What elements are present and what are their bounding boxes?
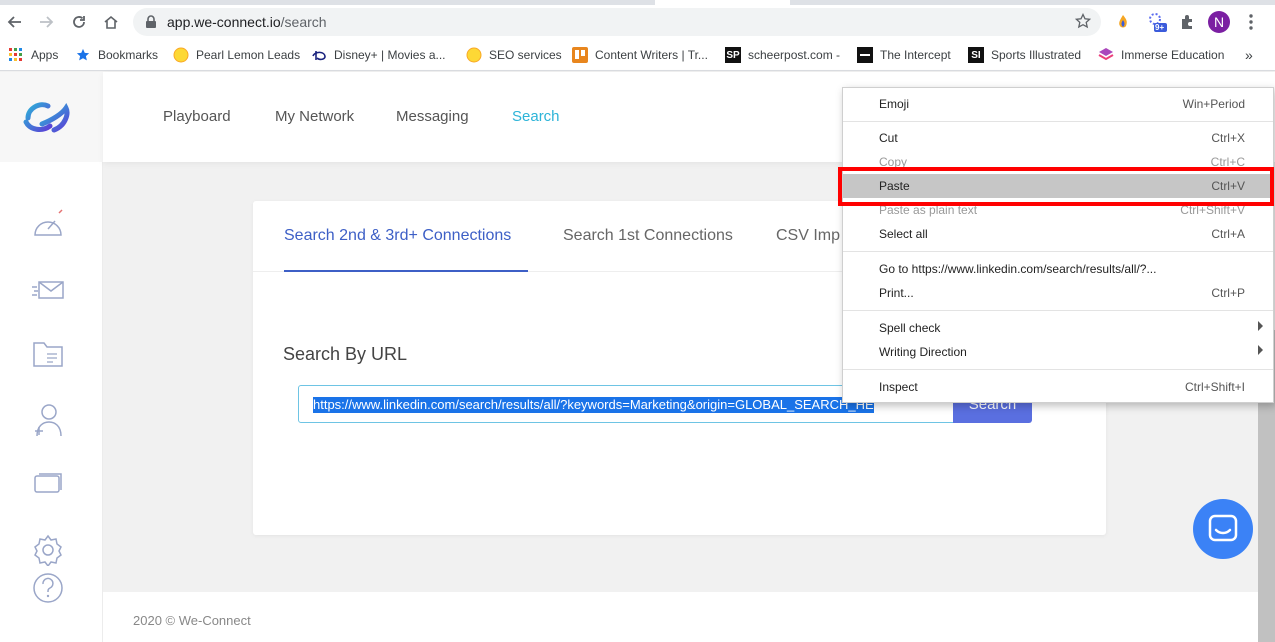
menu-item-cut[interactable]: Cut Ctrl+X bbox=[843, 126, 1273, 150]
tab-csv-import[interactable]: CSV Imp bbox=[776, 227, 840, 245]
add-user-icon[interactable] bbox=[30, 402, 66, 438]
footer: 2020 © We-Connect bbox=[103, 592, 1275, 642]
submenu-arrow-icon bbox=[1258, 321, 1263, 331]
url-text: app.we-connect.io/search bbox=[167, 14, 327, 30]
intercept-icon bbox=[857, 47, 873, 63]
section-title: Search By URL bbox=[283, 344, 408, 364]
bookmark-immerse[interactable]: Immerse Education bbox=[1098, 46, 1224, 64]
chat-icon bbox=[1208, 514, 1238, 542]
tab-search-2nd-3rd[interactable]: Search 2nd & 3rd+ Connections bbox=[284, 227, 511, 245]
bookmark-label: Apps bbox=[31, 48, 59, 62]
selected-url-text: https://www.linkedin.com/search/results/… bbox=[313, 397, 874, 413]
menu-separator bbox=[843, 121, 1273, 122]
extension-badge-icon[interactable]: 9+ bbox=[1146, 11, 1168, 33]
bookmark-label: The Intercept bbox=[880, 48, 951, 62]
paste-highlight-box bbox=[838, 167, 1274, 206]
browser-toolbar: app.we-connect.io/search 9+ N bbox=[0, 5, 1275, 39]
bookmark-scheerpost[interactable]: SP scheerpost.com - bbox=[725, 46, 840, 64]
menu-item-select-all[interactable]: Select all Ctrl+A bbox=[843, 222, 1273, 246]
profile-avatar[interactable]: N bbox=[1208, 11, 1230, 33]
menu-item-spell-check[interactable]: Spell check bbox=[843, 316, 1273, 340]
lemon-icon bbox=[173, 47, 189, 63]
context-menu: Emoji Win+Period Cut Ctrl+X Copy Ctrl+C Pas… bbox=[842, 87, 1274, 403]
nav-messaging[interactable]: Messaging bbox=[396, 108, 469, 125]
home-icon[interactable] bbox=[100, 11, 122, 33]
bookmark-star-icon[interactable] bbox=[1074, 12, 1092, 34]
menu-separator bbox=[843, 369, 1273, 370]
apps-grid-icon bbox=[8, 47, 24, 63]
disney-logo-icon bbox=[311, 47, 327, 63]
menu-item-print[interactable]: Print... Ctrl+P bbox=[843, 281, 1273, 305]
bookmark-bookmarks[interactable]: Bookmarks bbox=[75, 46, 158, 64]
submenu-arrow-icon bbox=[1258, 345, 1263, 355]
bookmark-content-writers[interactable]: Content Writers | Tr... bbox=[572, 46, 708, 64]
bookmark-label: Sports Illustrated bbox=[991, 48, 1082, 62]
nav-my-network[interactable]: My Network bbox=[275, 108, 354, 125]
browser-menu-icon[interactable] bbox=[1240, 11, 1262, 33]
reload-icon[interactable] bbox=[68, 11, 90, 33]
bookmark-seo[interactable]: SEO services bbox=[466, 46, 562, 64]
menu-item-go-to-url[interactable]: Go to https://www.linkedin.com/search/re… bbox=[843, 257, 1273, 281]
bookmark-label: Bookmarks bbox=[98, 48, 159, 62]
menu-item-emoji[interactable]: Emoji Win+Period bbox=[843, 92, 1273, 116]
extension-fire-icon[interactable] bbox=[1112, 11, 1134, 33]
bookmark-apps[interactable]: Apps bbox=[8, 46, 58, 64]
nav-search[interactable]: Search bbox=[512, 108, 560, 125]
bookmark-pearl-lemon[interactable]: Pearl Lemon Leads bbox=[173, 46, 300, 64]
bookmarks-overflow-button[interactable]: » bbox=[1245, 46, 1253, 64]
back-icon[interactable] bbox=[4, 11, 26, 33]
campaigns-cards-icon[interactable] bbox=[30, 466, 66, 502]
si-logo-icon: SI bbox=[968, 47, 984, 63]
bookmark-sports-illustrated[interactable]: SI Sports Illustrated bbox=[968, 46, 1081, 64]
logo-area bbox=[0, 72, 103, 162]
address-bar[interactable]: app.we-connect.io/search bbox=[133, 8, 1101, 36]
forward-icon[interactable] bbox=[35, 11, 57, 33]
tab-search-1st[interactable]: Search 1st Connections bbox=[563, 227, 733, 245]
extension-badge-count: 9+ bbox=[1155, 23, 1165, 32]
bookmark-label: Immerse Education bbox=[1121, 48, 1225, 62]
copyright-text: 2020 © We-Connect bbox=[133, 613, 251, 628]
menu-item-writing-direction[interactable]: Writing Direction bbox=[843, 340, 1273, 364]
we-connect-logo-icon[interactable] bbox=[22, 96, 74, 136]
menu-separator bbox=[843, 310, 1273, 311]
lock-icon[interactable] bbox=[145, 15, 157, 34]
extensions-puzzle-icon[interactable] bbox=[1176, 11, 1198, 33]
nav-playboard[interactable]: Playboard bbox=[163, 108, 231, 125]
menu-separator bbox=[843, 251, 1273, 252]
immerse-logo-icon bbox=[1098, 47, 1114, 63]
bookmark-disney[interactable]: Disney+ | Movies a... bbox=[311, 46, 446, 64]
lemon-icon bbox=[466, 47, 482, 63]
settings-gear-icon[interactable] bbox=[30, 532, 66, 568]
bookmark-label: Content Writers | Tr... bbox=[595, 48, 708, 62]
active-tab-indicator bbox=[284, 270, 528, 272]
folder-icon[interactable] bbox=[30, 336, 66, 372]
bookmark-label: SEO services bbox=[489, 48, 562, 62]
bookmark-label: Disney+ | Movies a... bbox=[334, 48, 446, 62]
star-icon bbox=[75, 47, 91, 63]
chat-launcher-button[interactable] bbox=[1193, 499, 1253, 559]
bookmarks-bar: Apps Bookmarks Pearl Lemon Leads Disney+… bbox=[0, 39, 1275, 71]
menu-item-inspect[interactable]: Inspect Ctrl+Shift+I bbox=[843, 375, 1273, 399]
messages-envelope-icon[interactable] bbox=[30, 272, 66, 308]
help-question-icon[interactable] bbox=[30, 570, 66, 606]
dashboard-gauge-icon[interactable] bbox=[30, 206, 66, 242]
bookmark-label: Pearl Lemon Leads bbox=[196, 48, 301, 62]
trello-icon bbox=[572, 47, 588, 63]
sidebar bbox=[0, 72, 103, 642]
bookmark-label: scheerpost.com - bbox=[748, 48, 841, 62]
scheerpost-icon: SP bbox=[725, 47, 741, 63]
bookmark-intercept[interactable]: The Intercept bbox=[857, 46, 951, 64]
